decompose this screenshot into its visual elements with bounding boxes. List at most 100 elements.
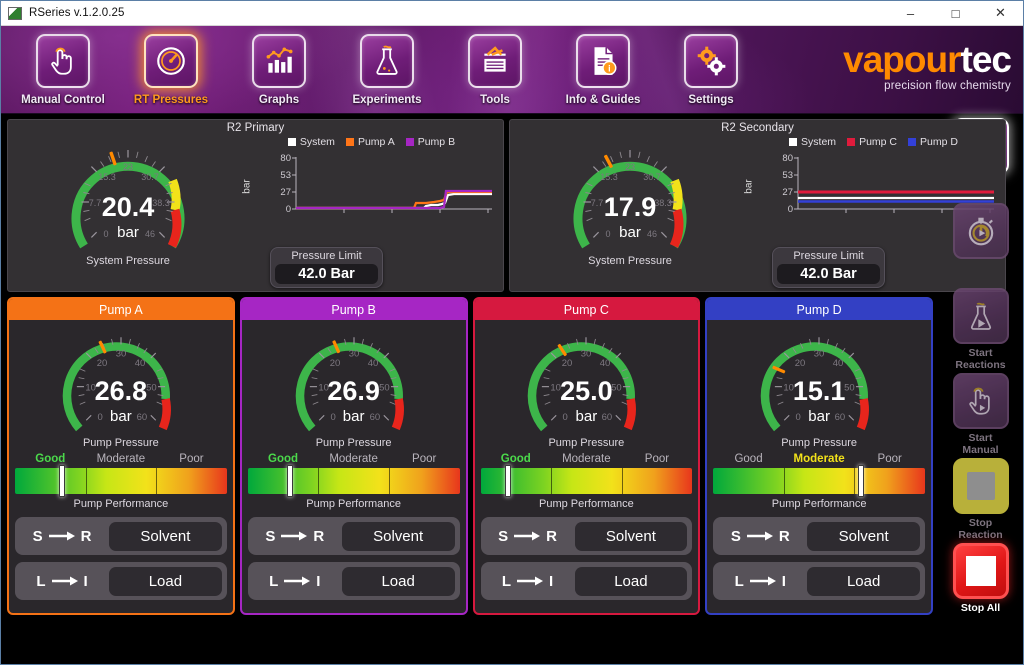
svg-text:30: 30 (116, 348, 127, 359)
reactor-panels: R2 Primary (7, 119, 933, 292)
nav-label-manual-control: Manual Control (21, 94, 105, 106)
arrow-right-icon (284, 576, 310, 586)
toolbox-icon (468, 34, 522, 88)
pump-b-load-value[interactable]: Load (342, 567, 455, 596)
pump-d-solvent-value[interactable]: Solvent (807, 522, 920, 551)
logo-text-white: tec (961, 39, 1011, 80)
logo-text-orange: vapour (843, 39, 960, 80)
performance-bar-c (481, 468, 693, 494)
gauge-unit: bar (62, 224, 194, 241)
content-area: R2 Primary (1, 114, 936, 665)
svg-text:40: 40 (600, 358, 611, 369)
legend-item-system: System (789, 136, 836, 148)
pump-panel-a: Pump A (7, 297, 235, 615)
bar-chart-icon (252, 34, 306, 88)
pump-gauge-caption: Pump Pressure (781, 437, 857, 449)
nav-item-tools[interactable]: Tools (441, 26, 549, 113)
hand-play-icon (953, 373, 1009, 429)
flask-play-icon (953, 288, 1009, 344)
sidebar-item-start-manual[interactable]: StartManual (936, 373, 1024, 456)
svg-text:80: 80 (280, 153, 291, 164)
pump-c-load-control[interactable]: L I Load (481, 562, 693, 600)
pump-a-load-control[interactable]: L I Load (15, 562, 227, 600)
pump-d-solvent-control[interactable]: S R Solvent (713, 517, 925, 555)
pressure-limit-primary[interactable]: Pressure Limit 42.0 Bar (270, 247, 383, 288)
nav-label-rt-pressures: RT Pressures (134, 94, 208, 106)
li-tag: L I (718, 573, 802, 590)
arrow-right-icon (750, 576, 776, 586)
perf-label-poor: Poor (622, 453, 693, 465)
sidebar-item-stop-reaction[interactable]: StopReaction (936, 458, 1024, 541)
system-gauge-secondary: 0 7.7 15.3 23 30.7 38.3 46 (514, 122, 746, 291)
pressure-limit-value: 42.0 Bar (777, 264, 880, 284)
nav-item-info-guides[interactable]: i Info & Guides (549, 26, 657, 113)
svg-text:30: 30 (581, 348, 592, 359)
pump-a-solvent-value[interactable]: Solvent (109, 522, 222, 551)
nav-item-graphs[interactable]: Graphs (225, 26, 333, 113)
svg-text:i: i (608, 64, 611, 74)
performance-caption: Pump Performance (539, 498, 634, 510)
maximize-button[interactable]: □ (933, 1, 978, 25)
stop-all-icon (953, 543, 1009, 599)
arrow-right-icon (281, 531, 307, 541)
pump-c-solvent-value[interactable]: Solvent (575, 522, 688, 551)
perf-label-moderate: Moderate (551, 453, 622, 465)
window-title: RSeries v.1.2.0.25 (29, 7, 125, 19)
pump-c-load-value[interactable]: Load (575, 567, 688, 596)
application-window: RSeries v.1.2.0.25 – □ ✕ Manual Control (0, 0, 1024, 665)
nav-label-tools: Tools (480, 94, 510, 106)
pressure-limit-secondary[interactable]: Pressure Limit 42.0 Bar (772, 247, 885, 288)
pump-gauge-unit: bar (522, 408, 650, 425)
gauge-caption: System Pressure (86, 255, 170, 267)
chart-svg: 8053 270 (274, 151, 499, 233)
pump-c-solvent-control[interactable]: S R Solvent (481, 517, 693, 555)
system-gauge-primary: 0 7.7 15.3 23 30.7 38.3 46 (12, 122, 244, 291)
performance-labels-c: Good Moderate Poor (481, 453, 693, 465)
performance-marker-d (858, 465, 864, 497)
pressure-limit-label: Pressure Limit (773, 250, 884, 262)
chart-legend: System Pump A Pump B (244, 136, 499, 148)
sr-tag: S R (20, 528, 104, 545)
pump-gauge-caption: Pump Pressure (83, 437, 159, 449)
sidebar-item-start-reactions[interactable]: StartReactions (936, 288, 1024, 371)
pump-d-load-control[interactable]: L I Load (713, 562, 925, 600)
pump-b-solvent-value[interactable]: Solvent (342, 522, 455, 551)
pump-gauge-unit: bar (57, 408, 185, 425)
nav-item-manual-control[interactable]: Manual Control (9, 26, 117, 113)
pump-b-load-control[interactable]: L I Load (248, 562, 460, 600)
performance-bar-d (713, 468, 925, 494)
chart-legend: System Pump C Pump D (746, 136, 1001, 148)
sidebar-item-stop-all[interactable]: Stop All (936, 543, 1024, 614)
pump-panel-c: Pump C (473, 297, 701, 615)
pump-a-solvent-control[interactable]: S R Solvent (15, 517, 227, 555)
top-banner: Manual Control RT Pressures (1, 26, 1023, 114)
svg-text:27: 27 (782, 187, 793, 198)
minimize-button[interactable]: – (888, 1, 933, 25)
performance-labels-a: Good Moderate Poor (15, 453, 227, 465)
arrow-right-icon (747, 531, 773, 541)
nav-item-rt-pressures[interactable]: RT Pressures (117, 26, 225, 113)
performance-bar-a (15, 468, 227, 494)
pump-b-solvent-control[interactable]: S R Solvent (248, 517, 460, 555)
nav-item-experiments[interactable]: Experiments (333, 26, 441, 113)
gauge-icon (144, 34, 198, 88)
svg-text:20: 20 (97, 358, 108, 369)
arrow-right-icon (52, 576, 78, 586)
li-tag: L I (253, 573, 337, 590)
main-body: R2 Primary (1, 114, 1023, 665)
svg-text:0: 0 (788, 204, 793, 215)
window-controls: – □ ✕ (888, 1, 1023, 25)
li-tag: L I (486, 573, 570, 590)
close-button[interactable]: ✕ (978, 1, 1023, 25)
sr-tag: S R (253, 528, 337, 545)
reactor-panel-secondary: R2 Secondary (509, 119, 1006, 292)
sr-tag: S R (718, 528, 802, 545)
performance-caption: Pump Performance (306, 498, 401, 510)
pump-d-load-value[interactable]: Load (807, 567, 920, 596)
nav-item-settings[interactable]: Settings (657, 26, 765, 113)
svg-text:20: 20 (795, 358, 806, 369)
pump-a-load-value[interactable]: Load (109, 567, 222, 596)
pump-header-c: Pump C (475, 299, 699, 320)
perf-label-good: Good (15, 453, 86, 465)
flask-icon (360, 34, 414, 88)
